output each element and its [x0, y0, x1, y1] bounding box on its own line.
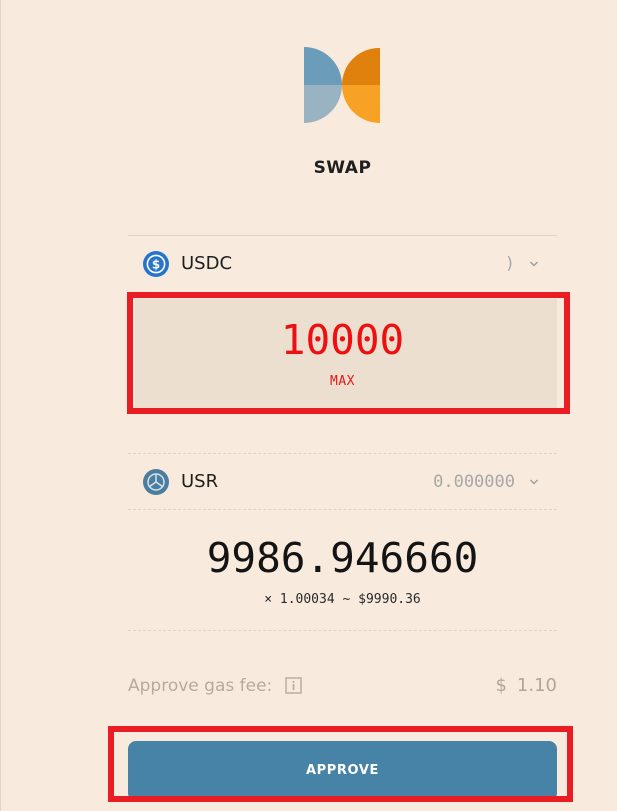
swap-logo-icon — [304, 47, 380, 123]
gas-fee-amount: 1.10 — [516, 675, 557, 696]
to-amount-value: 9986.946660 — [206, 534, 479, 582]
max-button[interactable]: MAX — [0, 374, 617, 389]
from-token-balance: ) — [504, 254, 515, 274]
gas-fee-label: Approve gas fee: — [128, 676, 273, 696]
exchange-rate: × 1.00034 ~ $9990.36 — [264, 592, 421, 607]
chevron-down-icon — [530, 261, 538, 267]
from-token-selector[interactable]: $ USDC ) — [128, 237, 557, 291]
info-icon[interactable] — [285, 677, 302, 694]
to-token-symbol: USR — [181, 471, 219, 492]
gas-fee-currency: $ — [495, 675, 507, 696]
svg-text:$: $ — [152, 257, 160, 271]
divider — [128, 235, 557, 236]
chevron-down-icon — [530, 479, 538, 485]
divider — [128, 509, 557, 510]
from-amount-input[interactable]: 10000 — [0, 316, 617, 364]
approve-button[interactable]: APPROVE — [128, 741, 557, 801]
usr-coin-icon — [143, 469, 169, 495]
page-left-edge — [0, 0, 1, 811]
gas-fee-value: $1.10 — [495, 675, 557, 696]
divider — [128, 630, 557, 631]
to-token-balance: 0.000000 — [433, 472, 515, 492]
usdc-coin-icon: $ — [143, 251, 169, 277]
from-token-symbol: USDC — [181, 253, 233, 274]
to-token-selector[interactable]: USR 0.000000 — [128, 455, 557, 509]
page-title: SWAP — [313, 158, 372, 178]
divider — [128, 453, 557, 454]
